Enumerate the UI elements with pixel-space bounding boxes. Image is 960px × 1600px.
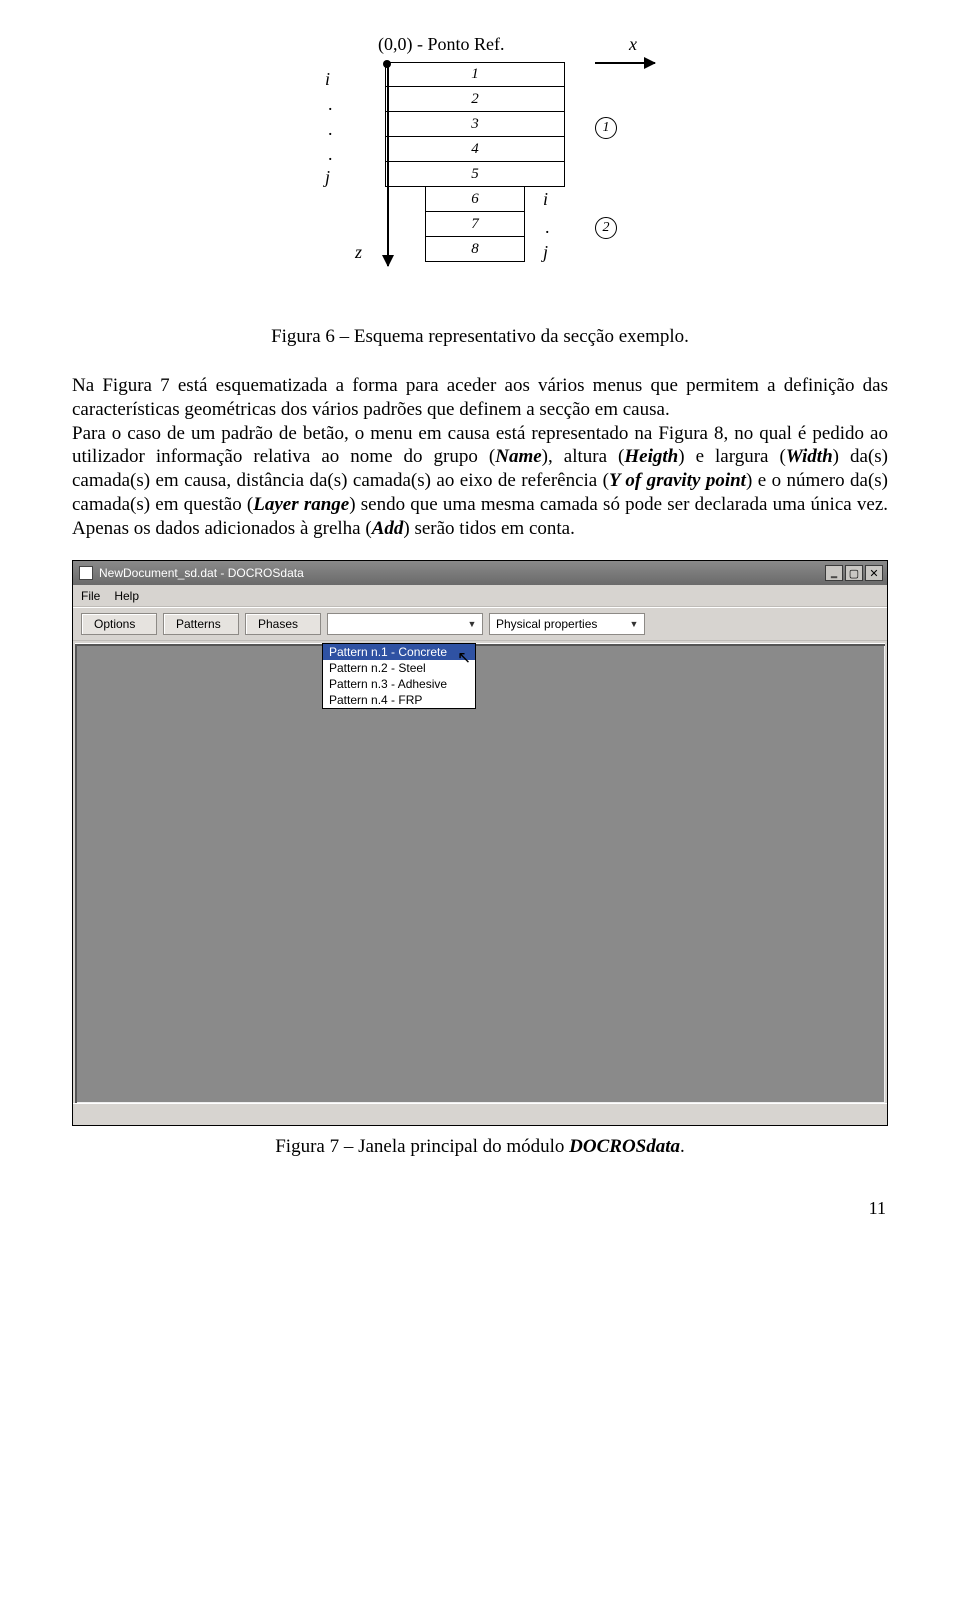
left-idx: .	[328, 144, 333, 165]
layer-box: 4	[385, 137, 565, 162]
section-diagram: (0,0) - Ponto Ref. x z i . . . j i . j 1…	[72, 32, 888, 312]
close-button[interactable]: ✕	[865, 565, 883, 581]
docrosdata-window: NewDocument_sd.dat - DOCROSdata ‗ ▢ ✕ Fi…	[72, 560, 888, 1126]
pattern-select[interactable]: ▼	[327, 613, 483, 635]
options-button[interactable]: Options	[81, 613, 157, 635]
app-icon	[79, 566, 93, 580]
dropdown-option[interactable]: Pattern n.2 - Steel	[323, 660, 475, 676]
status-bar	[73, 1103, 887, 1125]
layer-box: 2	[385, 87, 565, 112]
property-select[interactable]: Physical properties ▼	[489, 613, 645, 635]
z-axis-label: z	[355, 242, 362, 263]
window-title: NewDocument_sd.dat - DOCROSdata	[99, 566, 304, 580]
left-idx: .	[328, 119, 333, 140]
pattern-dropdown[interactable]: Pattern n.1 - Concrete Pattern n.2 - Ste…	[322, 643, 476, 709]
left-idx: i	[325, 69, 330, 90]
page-number: 11	[72, 1198, 888, 1219]
titlebar: NewDocument_sd.dat - DOCROSdata ‗ ▢ ✕	[73, 561, 887, 585]
layer-stack: 1 2 3 4 5 6 7 8	[385, 62, 565, 262]
figure-6-caption: Figura 6 – Esquema representativo da sec…	[72, 326, 888, 348]
chevron-down-icon: ▼	[464, 616, 480, 632]
client-area: Pattern n.1 - Concrete Pattern n.2 - Ste…	[75, 643, 885, 1103]
dropdown-option[interactable]: Pattern n.3 - Adhesive	[323, 676, 475, 692]
minimize-button[interactable]: ‗	[825, 565, 843, 581]
patterns-button[interactable]: Patterns	[163, 613, 239, 635]
menu-help[interactable]: Help	[114, 589, 139, 603]
figure-7-caption: Figura 7 – Janela principal do módulo DO…	[72, 1136, 888, 1158]
left-idx: .	[328, 94, 333, 115]
x-axis-arrow-icon	[595, 62, 655, 64]
callout-1: 1	[595, 117, 617, 139]
layer-box: 7	[425, 212, 525, 237]
ref-point-label: (0,0) - Ponto Ref.	[378, 34, 504, 55]
menu-bar: File Help	[73, 585, 887, 607]
dropdown-option[interactable]: Pattern n.1 - Concrete	[323, 644, 475, 660]
dropdown-option[interactable]: Pattern n.4 - FRP	[323, 692, 475, 708]
menu-file[interactable]: File	[81, 589, 100, 603]
toolbar: Options Patterns Phases ▼ Physical prope…	[73, 607, 887, 641]
layer-box: 3	[385, 112, 565, 137]
layer-box: 8	[425, 237, 525, 262]
chevron-down-icon: ▼	[626, 616, 642, 632]
layer-box: 6	[425, 187, 525, 212]
maximize-button[interactable]: ▢	[845, 565, 863, 581]
callout-2: 2	[595, 217, 617, 239]
phases-button[interactable]: Phases	[245, 613, 321, 635]
x-axis-label: x	[629, 34, 637, 55]
paragraph: Na Figura 7 está esquematizada a forma p…	[72, 374, 888, 540]
left-idx: j	[325, 167, 330, 188]
layer-box: 1	[385, 62, 565, 87]
layer-box: 5	[385, 162, 565, 187]
